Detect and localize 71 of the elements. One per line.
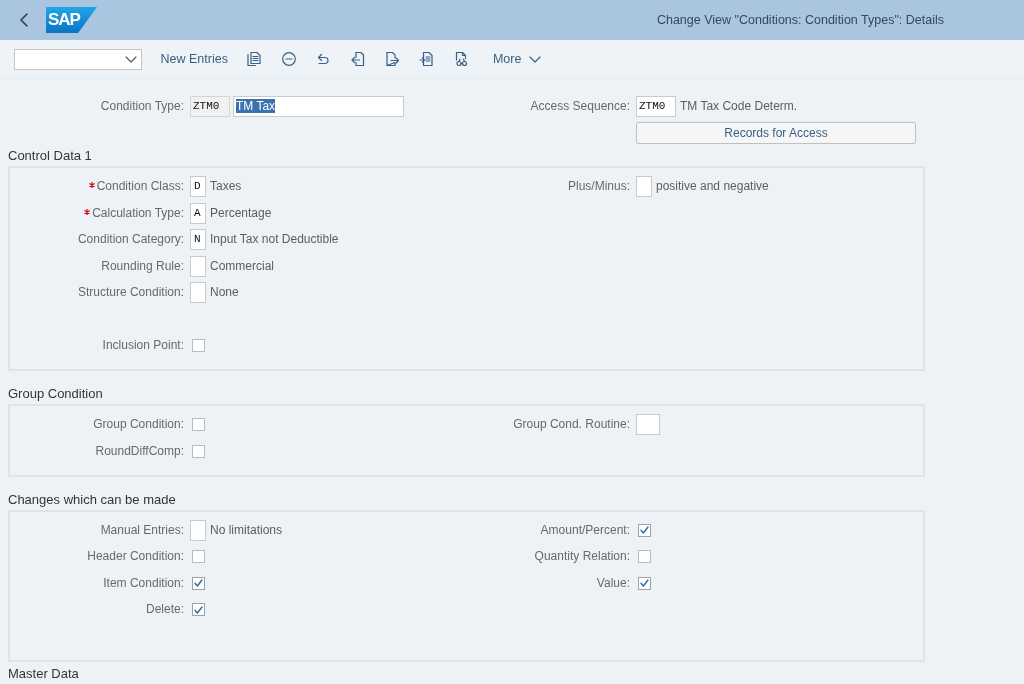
field-description: Commercial bbox=[210, 257, 274, 275]
documents-icon bbox=[246, 51, 263, 67]
field-label: Amount/Percent: bbox=[540, 521, 630, 539]
records-for-access-button[interactable]: Records for Access bbox=[636, 122, 916, 144]
input-field[interactable] bbox=[636, 176, 652, 197]
undo-icon bbox=[315, 51, 332, 67]
checkbox[interactable] bbox=[192, 339, 205, 352]
field-description: Taxes bbox=[210, 178, 242, 195]
field-label: Plus/Minus: bbox=[567, 178, 630, 195]
new-entries-button[interactable]: New Entries bbox=[154, 45, 234, 73]
more-button[interactable]: More bbox=[486, 45, 548, 73]
document-arrow-right-icon bbox=[384, 51, 401, 67]
section-title: Control Data 1 bbox=[8, 148, 93, 164]
field-label: Inclusion Point: bbox=[102, 337, 184, 354]
section-title: Group Condition bbox=[8, 386, 104, 402]
field-label: Value: bbox=[596, 574, 630, 592]
checkmark-icon bbox=[194, 605, 203, 614]
checkmark-icon bbox=[194, 579, 203, 587]
checkmark-icon bbox=[640, 579, 649, 587]
back-icon bbox=[20, 13, 28, 27]
select-field[interactable] bbox=[14, 48, 142, 70]
field-label: Header Condition: bbox=[87, 548, 184, 565]
input-field[interactable] bbox=[190, 282, 206, 303]
input-field[interactable] bbox=[190, 519, 206, 541]
input-field[interactable]: N bbox=[190, 229, 206, 250]
checkbox[interactable] bbox=[638, 550, 651, 563]
field-description: TM Tax Code Determ. bbox=[680, 98, 798, 115]
checkbox[interactable] bbox=[192, 418, 205, 431]
field-label: Calculation Type: bbox=[92, 204, 184, 222]
field-label: Item Condition: bbox=[103, 574, 184, 592]
minus-circle-icon bbox=[280, 51, 297, 67]
checkbox[interactable] bbox=[638, 523, 651, 537]
checkbox[interactable] bbox=[192, 550, 205, 563]
input-field[interactable] bbox=[190, 255, 206, 277]
checkbox[interactable] bbox=[192, 576, 205, 590]
field-label: Condition Type: bbox=[100, 98, 184, 115]
document-arrow-left-icon bbox=[349, 51, 366, 67]
logo: SAP bbox=[46, 7, 97, 33]
field-label: Structure Condition: bbox=[77, 284, 184, 301]
field-label: Rounding Rule: bbox=[101, 257, 184, 275]
document-binoculars-icon bbox=[453, 51, 470, 67]
field-label: Group Condition: bbox=[93, 416, 184, 433]
field-description: Input Tax not Deductible bbox=[210, 231, 339, 248]
input-field[interactable] bbox=[636, 414, 660, 435]
chevron-down-icon bbox=[529, 55, 542, 63]
chevron-down-icon bbox=[125, 55, 137, 63]
field-description: No limitations bbox=[210, 521, 283, 539]
checkbox[interactable] bbox=[192, 444, 205, 458]
document-import-icon bbox=[418, 51, 435, 67]
checkbox[interactable] bbox=[192, 603, 205, 616]
section-title: Changes which can be made bbox=[8, 491, 177, 508]
field-label: Access Sequence: bbox=[530, 98, 630, 115]
field-description: None bbox=[210, 284, 239, 301]
input-field[interactable]: ZTM0 bbox=[636, 96, 676, 117]
page-title: Change View "Conditions: Condition Types": Details bbox=[656, 13, 944, 27]
field-label: Condition Class: bbox=[96, 178, 184, 195]
field-description: positive and negative bbox=[656, 178, 769, 195]
field-label: Group Cond. Routine: bbox=[513, 416, 630, 433]
input-field[interactable]: A bbox=[190, 202, 206, 224]
section-title: Master Data bbox=[8, 665, 80, 682]
input-field[interactable]: D bbox=[190, 176, 206, 197]
field-description: Percentage bbox=[210, 204, 272, 222]
checkmark-icon bbox=[640, 526, 649, 534]
field-label: Delete: bbox=[145, 601, 184, 618]
input-field[interactable]: ZTM0 bbox=[190, 96, 230, 117]
input-field[interactable]: TM Tax bbox=[233, 96, 404, 117]
field-label: Quantity Relation: bbox=[534, 548, 630, 565]
field-label: RoundDiffComp: bbox=[95, 442, 184, 460]
field-label: Condition Category: bbox=[77, 231, 184, 248]
checkbox[interactable] bbox=[638, 576, 651, 590]
field-label: Manual Entries: bbox=[100, 521, 184, 539]
